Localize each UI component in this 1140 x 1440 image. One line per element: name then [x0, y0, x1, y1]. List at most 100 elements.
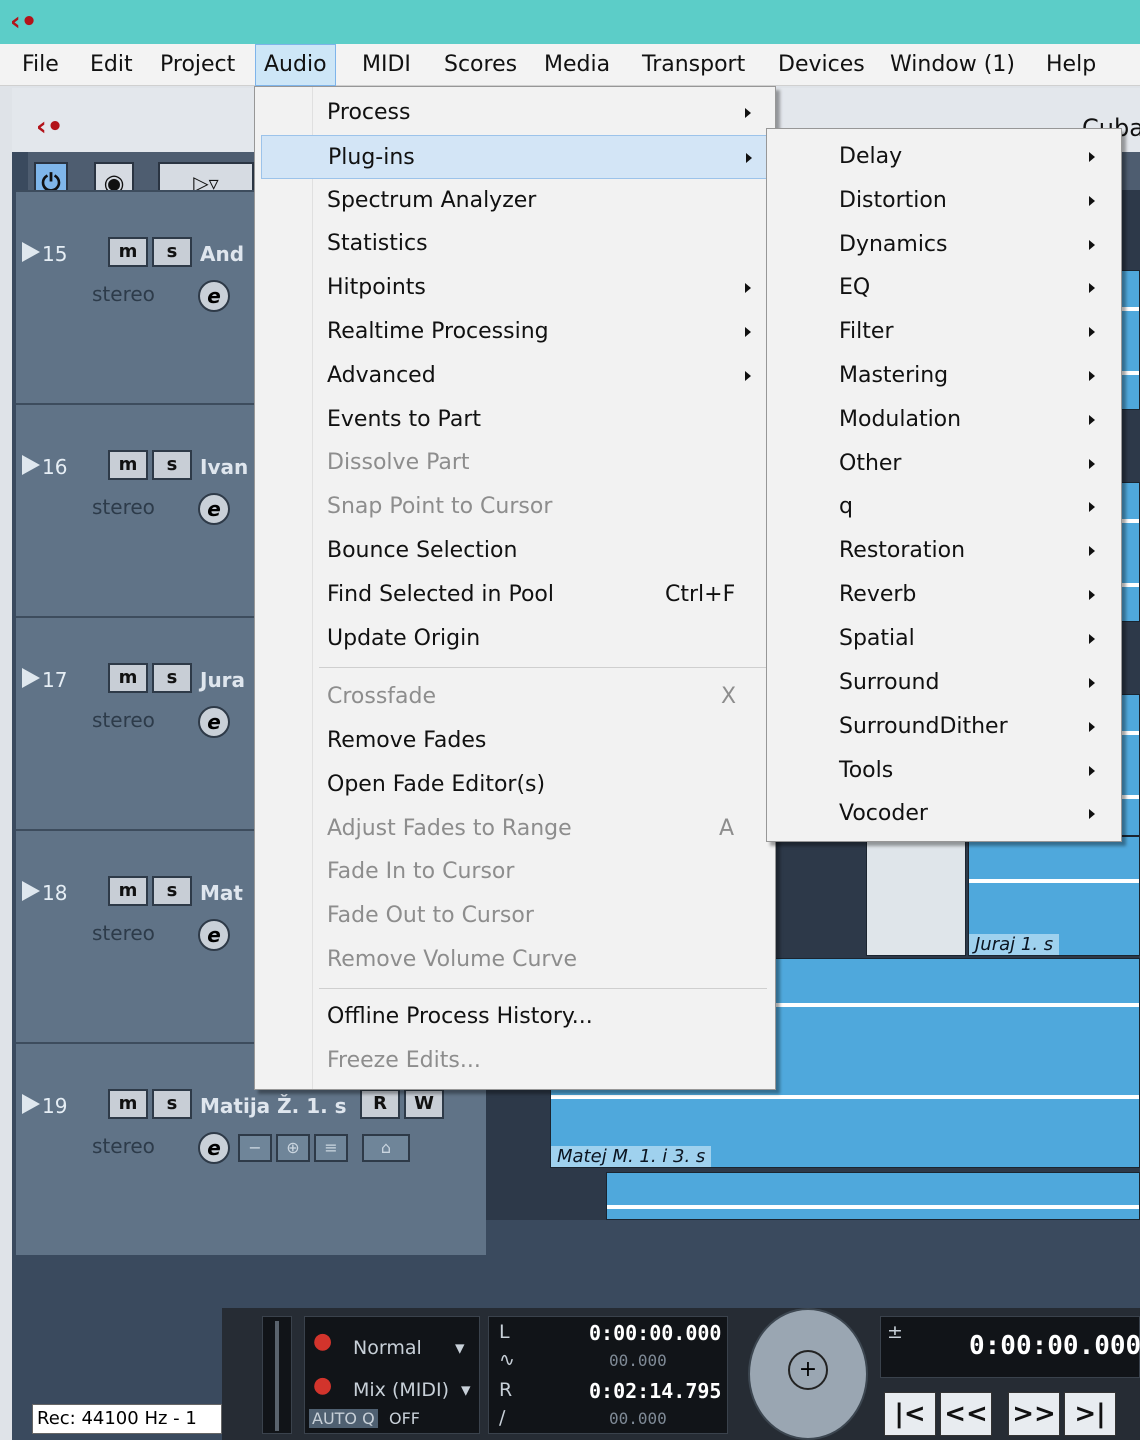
menu-item-snap-point-to-cursor[interactable]: Snap Point to Cursor	[261, 485, 769, 529]
left-locator-time[interactable]: 0:00:00.000	[589, 1321, 721, 1345]
solo-button[interactable]: s	[152, 450, 192, 480]
chevron-down-icon[interactable]: ▾	[455, 1337, 465, 1359]
plugin-item-restoration[interactable]: Restoration	[773, 529, 1115, 573]
monitor-icon[interactable]: −	[238, 1134, 272, 1162]
menu-audio[interactable]: Audio	[255, 44, 336, 86]
track-name[interactable]: Mat	[200, 881, 243, 905]
edit-channel-button[interactable]: e	[198, 919, 230, 951]
plugin-item-other[interactable]: Other	[773, 442, 1115, 486]
menu-file[interactable]: File	[14, 44, 67, 86]
solo-button[interactable]: s	[152, 237, 192, 267]
menu-item-advanced[interactable]: Advanced	[261, 354, 769, 398]
track-name[interactable]: Ivan	[200, 455, 248, 479]
track-expand-icon[interactable]	[22, 668, 40, 688]
track-name[interactable]: Matija Ž. 1. s	[200, 1094, 347, 1118]
eq-icon[interactable]: ≡	[314, 1134, 348, 1162]
solo-button[interactable]: s	[152, 1089, 192, 1119]
menu-item-fade-in-to-cursor[interactable]: Fade In to Cursor	[261, 850, 769, 894]
edit-channel-button[interactable]: e	[198, 706, 230, 738]
shuttle-icon[interactable]: +	[788, 1350, 828, 1390]
track-expand-icon[interactable]	[22, 455, 40, 475]
menu-item-offline-process-history[interactable]: Offline Process History...	[261, 995, 769, 1039]
menu-item-remove-fades[interactable]: Remove Fades	[261, 719, 769, 763]
chevron-down-icon[interactable]: ▾	[461, 1379, 471, 1401]
menu-item-adjust-fades-to-range[interactable]: Adjust Fades to Range A	[261, 807, 769, 851]
solo-button[interactable]: s	[152, 663, 192, 693]
menu-item-open-fade-editors[interactable]: Open Fade Editor(s)	[261, 763, 769, 807]
insert-icon[interactable]: ⊕	[276, 1134, 310, 1162]
audio-clip[interactable]	[866, 836, 966, 956]
menu-edit[interactable]: Edit	[82, 44, 141, 86]
plugin-item-vocoder[interactable]: Vocoder	[773, 792, 1115, 836]
right-locator-time[interactable]: 0:02:14.795	[589, 1379, 721, 1403]
position-time[interactable]: 0:00:00.000	[969, 1331, 1140, 1361]
menu-item-remove-volume-curve[interactable]: Remove Volume Curve	[261, 938, 769, 982]
track-name[interactable]: Jura	[200, 668, 245, 692]
menu-media[interactable]: Media	[536, 44, 618, 86]
left-locator-icon[interactable]: L	[499, 1321, 510, 1343]
menu-devices[interactable]: Devices	[770, 44, 873, 86]
go-to-end-button[interactable]: >|	[1064, 1392, 1116, 1436]
menu-item-find-selected-in-pool[interactable]: Find Selected in Pool Ctrl+F	[261, 573, 769, 617]
menu-item-bounce-selection[interactable]: Bounce Selection	[261, 529, 769, 573]
menu-scores[interactable]: Scores	[436, 44, 525, 86]
audio-clip-juraj[interactable]: Juraj 1. s	[968, 836, 1140, 956]
plugin-item-spatial[interactable]: Spatial	[773, 617, 1115, 661]
audio-clip[interactable]	[606, 1172, 1140, 1220]
menu-item-fade-out-to-cursor[interactable]: Fade Out to Cursor	[261, 894, 769, 938]
plugin-item-modulation[interactable]: Modulation	[773, 398, 1115, 442]
read-automation-button[interactable]: R	[360, 1089, 400, 1119]
menu-item-hitpoints[interactable]: Hitpoints	[261, 266, 769, 310]
plugin-item-tools[interactable]: Tools	[773, 749, 1115, 793]
menu-item-plug-ins[interactable]: Plug-ins	[261, 135, 769, 179]
write-automation-button[interactable]: W	[404, 1089, 444, 1119]
menu-item-realtime-processing[interactable]: Realtime Processing	[261, 310, 769, 354]
menu-item-spectrum-analyzer[interactable]: Spectrum Analyzer	[261, 179, 769, 223]
menu-item-freeze-edits[interactable]: Freeze Edits...	[261, 1039, 769, 1083]
cycle-mode-select[interactable]: Mix (MIDI)	[353, 1379, 449, 1401]
mute-button[interactable]: m	[108, 237, 148, 267]
menu-item-crossfade[interactable]: Crossfade X	[261, 675, 769, 719]
lock-icon[interactable]: ⌂	[362, 1134, 410, 1162]
mute-button[interactable]: m	[108, 876, 148, 906]
fast-forward-button[interactable]: >>	[1008, 1392, 1060, 1436]
menu-window[interactable]: Window (1)	[882, 44, 1023, 86]
menu-item-events-to-part[interactable]: Events to Part	[261, 398, 769, 442]
plugin-item-filter[interactable]: Filter	[773, 310, 1115, 354]
menu-item-update-origin[interactable]: Update Origin	[261, 617, 769, 661]
mute-button[interactable]: m	[108, 1089, 148, 1119]
plus-icon[interactable]: ±	[887, 1321, 903, 1343]
record-mode-select[interactable]: Normal	[353, 1337, 422, 1359]
menu-item-statistics[interactable]: Statistics	[261, 222, 769, 266]
plugin-item-dynamics[interactable]: Dynamics	[773, 223, 1115, 267]
track-expand-icon[interactable]	[22, 1094, 40, 1114]
plugin-item-reverb[interactable]: Reverb	[773, 573, 1115, 617]
rewind-button[interactable]: <<	[940, 1392, 992, 1436]
track-name[interactable]: And	[200, 242, 244, 266]
plugin-item-surround[interactable]: Surround	[773, 661, 1115, 705]
go-to-start-button[interactable]: |<	[884, 1392, 936, 1436]
plugin-item-mastering[interactable]: Mastering	[773, 354, 1115, 398]
auto-q-label[interactable]: AUTO Q	[309, 1409, 378, 1428]
edit-channel-button[interactable]: e	[198, 1132, 230, 1164]
punch-in-icon[interactable]: ∿	[499, 1349, 515, 1371]
mute-button[interactable]: m	[108, 450, 148, 480]
menu-item-process[interactable]: Process	[261, 91, 769, 135]
track-expand-icon[interactable]	[22, 242, 40, 262]
menu-transport[interactable]: Transport	[634, 44, 753, 86]
edit-channel-button[interactable]: e	[198, 280, 230, 312]
menu-midi[interactable]: MIDI	[354, 44, 419, 86]
mute-button[interactable]: m	[108, 663, 148, 693]
menu-project[interactable]: Project	[152, 44, 243, 86]
plugin-item-distortion[interactable]: Distortion	[773, 179, 1115, 223]
edit-channel-button[interactable]: e	[198, 493, 230, 525]
plugin-item-q[interactable]: q	[773, 485, 1115, 529]
plugin-item-surrounddither[interactable]: SurroundDither	[773, 705, 1115, 749]
track-expand-icon[interactable]	[22, 881, 40, 901]
solo-button[interactable]: s	[152, 876, 192, 906]
plugin-item-delay[interactable]: Delay	[773, 135, 1115, 179]
plugin-item-eq[interactable]: EQ	[773, 266, 1115, 310]
right-locator-icon[interactable]: R	[499, 1379, 512, 1401]
punch-out-icon[interactable]: ∕	[499, 1407, 505, 1429]
jog-wheel[interactable]: +	[748, 1308, 868, 1440]
